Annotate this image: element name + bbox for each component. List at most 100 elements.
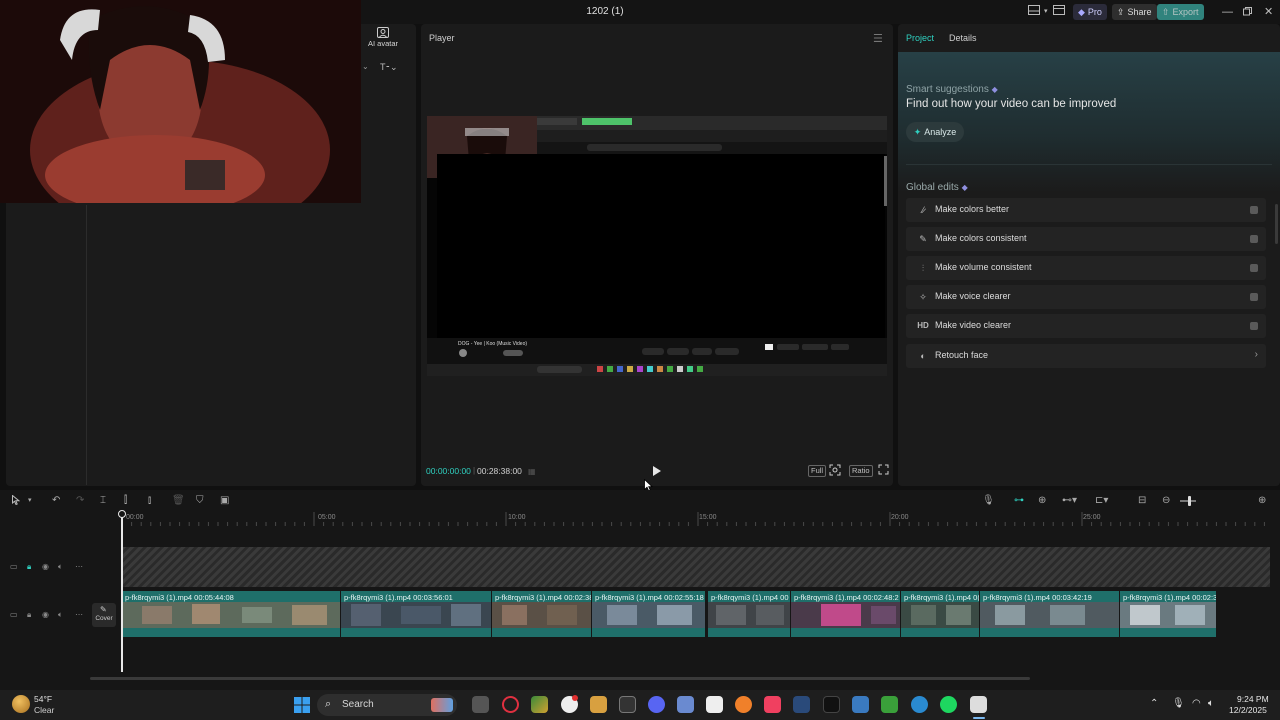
caption-icon[interactable]: ⊟ <box>1138 495 1146 507</box>
firefox-icon[interactable] <box>735 696 752 713</box>
redo-icon[interactable]: ↷ <box>76 495 84 507</box>
visibility-icon[interactable]: ◉ <box>42 562 49 571</box>
edit-make-colors-better[interactable]: ⁄̷ Make colors better <box>906 198 1266 222</box>
track-main-icon[interactable]: ▭ <box>10 610 18 619</box>
weather-moon-icon[interactable] <box>12 695 30 713</box>
video-clip[interactable]: p-fk8rqymi3 (1).mp4 00 <box>708 591 791 637</box>
steam-icon[interactable] <box>793 696 810 713</box>
ai-avatar-tab[interactable]: AI avatar <box>363 27 403 48</box>
select-tool-icon[interactable] <box>12 495 20 507</box>
select-dropdown-icon[interactable]: ▾ <box>28 495 32 507</box>
timecode-icon[interactable]: ▦ <box>528 467 536 476</box>
screenshot-icon[interactable] <box>829 464 841 476</box>
audio-icon[interactable]: 🔈︎ <box>58 610 63 620</box>
file-explorer-icon[interactable] <box>852 696 869 713</box>
playhead-handle[interactable] <box>118 510 126 518</box>
ratio-button[interactable]: Ratio <box>849 465 873 477</box>
overlay-track[interactable] <box>122 547 1270 587</box>
wifi-icon[interactable]: ◠ <box>1192 698 1201 709</box>
audio-icon[interactable]: 🔈︎ <box>58 562 63 572</box>
minimize-icon[interactable]: — <box>1222 5 1233 19</box>
microphone-icon[interactable]: 🎙︎ <box>982 495 995 507</box>
main-video-track[interactable]: p-fk8rqymi3 (1).mp4 00:05:44:08 p-fk8rqy… <box>122 591 1217 637</box>
start-icon[interactable] <box>294 697 310 713</box>
discord-icon[interactable] <box>648 696 665 713</box>
export-button[interactable]: ⇧ Export <box>1157 4 1204 20</box>
video-clip[interactable]: p-fk8rqymi3 (1).mp4 00:03:42:19 <box>980 591 1120 637</box>
text-style-icon[interactable]: T⁃⌄ <box>380 62 398 73</box>
cover-button[interactable]: ✎ Cover <box>92 603 116 627</box>
panel-icon[interactable] <box>1053 5 1065 19</box>
fullscreen-icon[interactable] <box>878 464 889 475</box>
split-right-icon[interactable]: ⫾ <box>148 495 151 507</box>
collapse-chevron-icon[interactable]: ⌄ <box>362 62 369 71</box>
clock-time[interactable]: 9:24 PM <box>1237 694 1269 704</box>
toggle-make-colors-consistent[interactable] <box>1250 235 1258 243</box>
lock-icon[interactable]: 🔒︎ <box>27 610 31 620</box>
playhead[interactable] <box>121 512 123 672</box>
track-overlay-icon[interactable]: ▭ <box>10 562 18 571</box>
lock-icon[interactable]: 🔒︎ <box>27 562 31 572</box>
snap-icon[interactable]: ⊕ <box>1038 495 1046 507</box>
close-icon[interactable]: ✕ <box>1264 5 1273 19</box>
clock-date[interactable]: 12/2/2025 <box>1229 705 1267 715</box>
pro-button[interactable]: ◆ Pro <box>1073 4 1107 20</box>
edit-make-volume-consistent[interactable]: ⫶ Make volume consistent <box>906 256 1266 280</box>
edge-icon[interactable] <box>911 696 928 713</box>
excel-icon[interactable] <box>881 696 898 713</box>
volume-icon[interactable]: 🔈︎ <box>1208 698 1214 709</box>
edit-layout-icon[interactable]: ▣ <box>220 495 229 507</box>
edit-make-video-clearer[interactable]: HD Make video clearer <box>906 314 1266 338</box>
video-clip[interactable]: p-fk8rqymi3 (1).mp4 0( <box>901 591 980 637</box>
app-layers-icon[interactable] <box>531 696 548 713</box>
split-left-icon[interactable]: ⫿ <box>124 495 127 507</box>
music-icon[interactable] <box>764 696 781 713</box>
share-button[interactable]: ⇪ Share <box>1112 4 1157 20</box>
layout-dropdown-icon[interactable]: ▾ <box>1044 5 1048 19</box>
delete-icon[interactable]: 🗑︎ <box>172 495 185 507</box>
player-menu-icon[interactable]: ☰ <box>873 32 883 45</box>
timeline-scrollbar[interactable] <box>90 677 1030 680</box>
visibility-icon[interactable]: ◉ <box>42 610 49 619</box>
capcut-icon[interactable] <box>706 696 723 713</box>
crown-app-icon[interactable] <box>590 696 607 713</box>
toggle-make-video-clearer[interactable] <box>1250 322 1258 330</box>
more-options-icon[interactable]: ⋯ <box>75 562 83 571</box>
analyze-button[interactable]: ✦ Analyze <box>906 122 964 142</box>
preview-axis-icon[interactable]: ⊏▾ <box>1095 495 1108 507</box>
tab-project[interactable]: Project <box>906 33 934 43</box>
split-icon[interactable]: ⌶ <box>100 495 106 507</box>
spotify-icon[interactable] <box>940 696 957 713</box>
toggle-make-volume-consistent[interactable] <box>1250 264 1258 272</box>
play-button[interactable] <box>652 465 662 477</box>
toggle-make-colors-better[interactable] <box>1250 206 1258 214</box>
video-clip[interactable]: p-fk8rqymi3 (1).mp4 00:02:48:2 <box>791 591 901 637</box>
microphone-icon[interactable]: 🎙︎ <box>1172 698 1185 709</box>
more-options-icon[interactable]: ⋯ <box>75 610 83 619</box>
video-clip[interactable]: p-fk8rqymi3 (1).mp4 00:02:38 <box>492 591 592 637</box>
edit-make-voice-clearer[interactable]: ✧ Make voice clearer <box>906 285 1266 309</box>
edit-make-colors-consistent[interactable]: ✎ Make colors consistent <box>906 227 1266 251</box>
maximize-icon[interactable] <box>1243 5 1252 19</box>
toggle-make-voice-clearer[interactable] <box>1250 293 1258 301</box>
tiktok-icon[interactable] <box>823 696 840 713</box>
full-button[interactable]: Full <box>808 465 827 477</box>
taskbar-search[interactable]: ⌕ Search <box>317 694 457 716</box>
shield-icon[interactable]: ⛉ <box>196 495 204 507</box>
panel-scrollbar[interactable] <box>1275 204 1278 244</box>
link-icon[interactable]: ⊷▾ <box>1062 495 1077 507</box>
keyboard-icon[interactable] <box>619 696 636 713</box>
zoom-in-icon[interactable]: ⊕ <box>1258 495 1266 507</box>
edit-retouch-face[interactable]: ◐ Retouch face › <box>906 344 1266 368</box>
tab-details[interactable]: Details <box>949 33 977 43</box>
zoom-slider-handle[interactable] <box>1188 496 1191 506</box>
video-clip[interactable]: p-fk8rqymi3 (1).mp4 00:02:55:18 <box>592 591 706 637</box>
app-blue-icon[interactable] <box>677 696 694 713</box>
magnet-link-icon[interactable]: ⊶ <box>1014 495 1024 507</box>
opera-icon[interactable] <box>502 696 519 713</box>
zoom-out-icon[interactable]: ⊖ <box>1162 495 1170 507</box>
task-view-icon[interactable] <box>472 696 489 713</box>
weather-temp[interactable]: 54°F <box>34 694 52 704</box>
video-clip[interactable]: p-fk8rqymi3 (1).mp4 00:02:3 <box>1120 591 1217 637</box>
video-preview[interactable]: DOG - Yee | Koo (Music Video) <box>427 116 887 376</box>
